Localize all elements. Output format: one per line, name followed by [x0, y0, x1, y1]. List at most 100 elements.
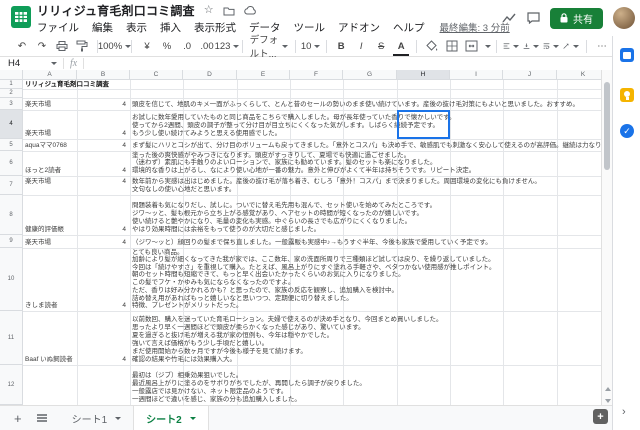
- cell-review-text: 一般露店では見かけない、ネット限定品のようです。: [132, 388, 287, 396]
- row-header-8[interactable]: 8: [0, 195, 23, 235]
- all-sheets-button[interactable]: [36, 413, 48, 423]
- row-header-9[interactable]: 9: [0, 235, 23, 248]
- sheet-tab-1[interactable]: シート1: [60, 406, 134, 430]
- borders-button[interactable]: [444, 38, 460, 54]
- cell-source-label: 楽天市場: [25, 239, 51, 247]
- cell-review-text: 使い続けると艶やかになり、毛量の変化も実感。中ぐらいの長さでも広がりにくくなりま…: [132, 218, 411, 226]
- increase-decimal-button[interactable]: .00: [199, 38, 215, 54]
- row-header-1[interactable]: 1: [0, 80, 23, 89]
- scroll-up-icon[interactable]: [605, 387, 611, 391]
- cell-review-text: 環境的な香りは上がるし、なにより使い心地が一番の魅力。意外と伸びがよくて半年は持…: [132, 167, 475, 175]
- sparkline-stats-icon[interactable]: [502, 12, 517, 24]
- star-icon[interactable]: ☆: [204, 5, 214, 16]
- spreadsheet-grid[interactable]: ABCDEFGHIJK123456789101112リリィジュ育毛剤口コミ調査楽…: [0, 70, 612, 405]
- decrease-decimal-button[interactable]: .0: [179, 38, 195, 54]
- column-header-H[interactable]: H: [397, 70, 450, 80]
- vertical-scrollbar[interactable]: [601, 70, 612, 405]
- cell-review-text: やはり効果時間には余裕をもって使うのが大切だと感じました。: [132, 226, 320, 234]
- share-button-label: 共有: [573, 11, 593, 26]
- gridline: [23, 139, 612, 140]
- menu-8[interactable]: ヘルプ: [393, 20, 425, 35]
- row-header-10[interactable]: 10: [0, 248, 23, 311]
- cell-source-label: Baaf いぬ飼読者: [25, 356, 73, 364]
- format-percent-button[interactable]: %: [159, 38, 175, 54]
- menu-6[interactable]: ツール: [294, 20, 326, 35]
- print-button[interactable]: [54, 38, 70, 54]
- font-select[interactable]: デフォルト...: [250, 38, 288, 54]
- font-size-select[interactable]: 10: [303, 38, 319, 54]
- column-header-G[interactable]: G: [343, 70, 397, 80]
- cell-source-label: 楽天市場: [25, 130, 51, 138]
- column-header-I[interactable]: I: [450, 70, 503, 80]
- bold-button[interactable]: B: [333, 38, 349, 54]
- menu-3[interactable]: 挿入: [160, 20, 181, 35]
- column-header-C[interactable]: C: [130, 70, 183, 80]
- column-header-D[interactable]: D: [183, 70, 237, 80]
- share-button[interactable]: 共有: [550, 8, 603, 29]
- cell-review-text: ジワ〜ッと、髪も根元から立ち上がる感覚があり、ヘアセットの時間が短くなったのが嬉…: [132, 210, 423, 218]
- row-header-5[interactable]: 5: [0, 139, 23, 151]
- explore-button[interactable]: +: [593, 409, 608, 424]
- name-box[interactable]: H4: [0, 58, 48, 69]
- cell-source-label: 健康的評価帳: [25, 226, 64, 234]
- redo-button[interactable]: ↷: [34, 38, 50, 54]
- select-all-corner[interactable]: [0, 70, 23, 80]
- menu-0[interactable]: ファイル: [37, 20, 79, 35]
- format-currency-button[interactable]: ¥: [139, 38, 155, 54]
- row-header-6[interactable]: 6: [0, 151, 23, 176]
- comment-icon[interactable]: [527, 12, 540, 24]
- paint-format-button[interactable]: [74, 38, 90, 54]
- name-box-caret[interactable]: [51, 62, 57, 65]
- toolbar: ↶ ↷ 100% ¥ % .0 .00 123 デフォルト... 10 B I …: [0, 36, 612, 57]
- strikethrough-button[interactable]: S: [373, 38, 389, 54]
- text-color-button[interactable]: A: [393, 38, 409, 54]
- vertical-scrollbar-thumb[interactable]: [604, 82, 610, 170]
- fill-color-button[interactable]: [424, 38, 440, 54]
- menu-1[interactable]: 編集: [92, 20, 113, 35]
- menu-2[interactable]: 表示: [126, 20, 147, 35]
- menu-4[interactable]: 表示形式: [194, 20, 236, 35]
- document-title[interactable]: リリィジュ育毛剤口コミ調査: [37, 2, 195, 19]
- move-folder-icon[interactable]: [223, 6, 235, 16]
- panel-collapse-icon[interactable]: ›: [622, 406, 626, 418]
- more-toolbar-button[interactable]: ⋯: [594, 38, 610, 54]
- cell-rating-value: 4: [77, 239, 126, 247]
- column-header-B[interactable]: B: [77, 70, 130, 80]
- gridline: [23, 176, 612, 177]
- row-header-2[interactable]: 2: [0, 89, 23, 98]
- add-sheet-button[interactable]: +: [14, 412, 22, 425]
- row-header-7[interactable]: 7: [0, 176, 23, 195]
- tasks-icon[interactable]: ✓: [620, 124, 634, 138]
- merge-cells-caret[interactable]: [485, 45, 491, 48]
- keep-icon[interactable]: [620, 88, 634, 102]
- scrollbar-arrows[interactable]: [603, 387, 612, 403]
- row-header-11[interactable]: 11: [0, 311, 23, 365]
- merge-cells-button[interactable]: [464, 38, 480, 54]
- gridline: [23, 110, 612, 111]
- row-header-3[interactable]: 3: [0, 98, 23, 110]
- account-avatar[interactable]: [613, 7, 635, 29]
- column-header-J[interactable]: J: [503, 70, 557, 80]
- vertical-align-menu[interactable]: [523, 38, 539, 54]
- cell-rating-value: 4: [77, 130, 126, 138]
- row-header-4[interactable]: 4: [0, 110, 23, 139]
- sheet-tab-2[interactable]: シート2: [133, 406, 209, 430]
- zoom-select[interactable]: 100%: [105, 38, 125, 54]
- horizontal-align-menu[interactable]: [503, 38, 519, 54]
- sheets-logo-icon[interactable]: [10, 6, 32, 28]
- cell-review-text: 最初は（ジブ）相乗効果狙いでした。: [132, 372, 242, 380]
- undo-button[interactable]: ↶: [14, 38, 30, 54]
- row-header-12[interactable]: 12: [0, 365, 23, 405]
- text-rotation-menu[interactable]: [563, 38, 579, 54]
- number-format-menu[interactable]: 123: [219, 38, 235, 54]
- column-header-A[interactable]: A: [23, 70, 77, 80]
- menu-7[interactable]: アドオン: [338, 20, 380, 35]
- text-wrap-menu[interactable]: [543, 38, 559, 54]
- last-edit-link[interactable]: 最終編集: 3 分前: [440, 20, 510, 34]
- scroll-down-icon[interactable]: [605, 399, 611, 403]
- gridline: [23, 195, 612, 196]
- calendar-icon[interactable]: [620, 48, 634, 62]
- italic-button[interactable]: I: [353, 38, 369, 54]
- column-header-E[interactable]: E: [237, 70, 290, 80]
- column-header-F[interactable]: F: [290, 70, 343, 80]
